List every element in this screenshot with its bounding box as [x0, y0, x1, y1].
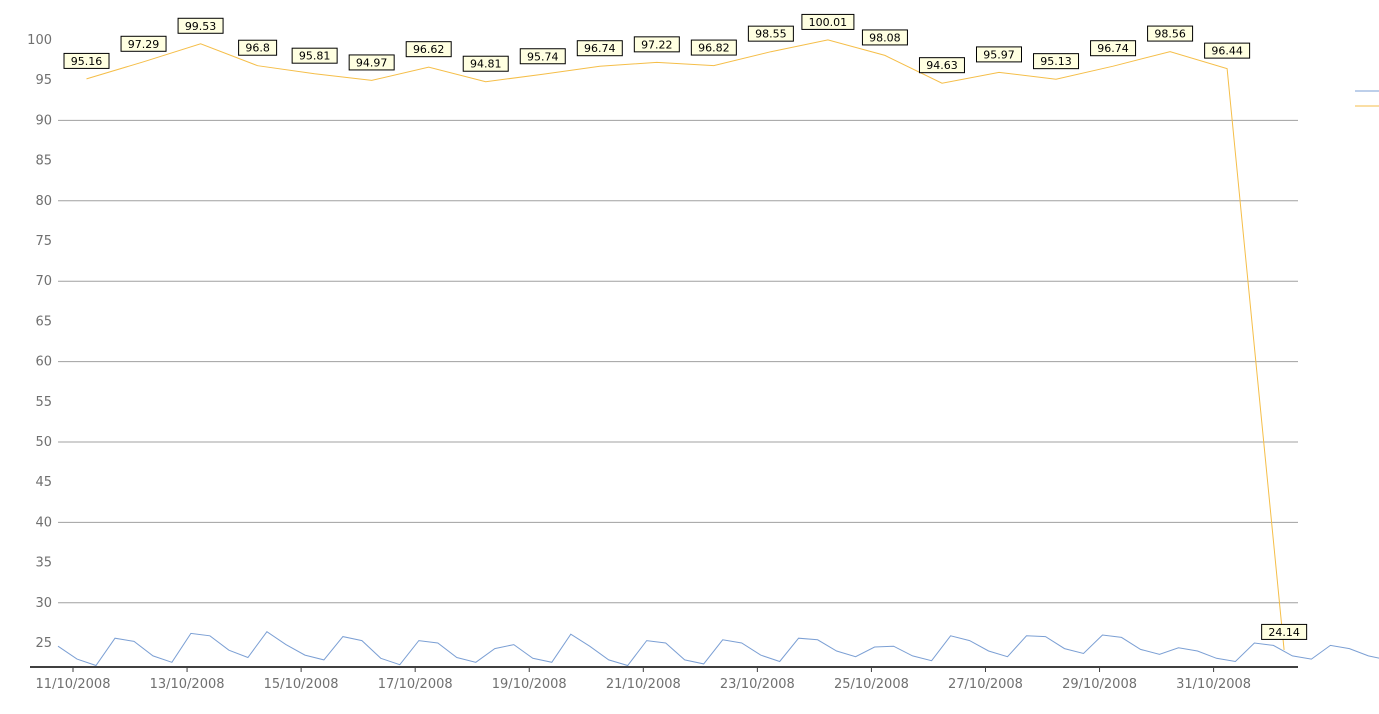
y-tick-label-60: 60 — [35, 355, 52, 370]
y-tick-label-35: 35 — [35, 556, 52, 571]
series-lines — [57, 39, 1379, 667]
y-tick-label-90: 90 — [35, 113, 52, 128]
data-label: 97.22 — [641, 38, 673, 51]
data-label: 96.74 — [1097, 42, 1129, 55]
data-label: 100.01 — [809, 16, 848, 29]
legend — [1355, 90, 1379, 107]
y-tick-label-55: 55 — [35, 395, 52, 410]
data-label: 94.63 — [926, 59, 958, 72]
series-line-1 — [57, 631, 1379, 667]
x-axis-ticks: 11/10/2008 13/10/2008 15/10/2008 17/10/2008… — [36, 667, 1251, 692]
x-tick-label: 29/10/2008 — [1062, 677, 1137, 692]
data-label: 97.29 — [128, 38, 160, 51]
gridlines — [58, 119, 1298, 604]
y-tick-label-75: 75 — [35, 234, 52, 249]
y-tick-label-95: 95 — [35, 73, 52, 88]
y-tick-label-25: 25 — [35, 636, 52, 651]
y-tick-label-85: 85 — [35, 154, 52, 169]
y-tick-label-45: 45 — [35, 475, 52, 490]
data-label: 95.97 — [983, 48, 1015, 61]
data-label: 99.53 — [185, 20, 217, 33]
data-label: 96.8 — [245, 42, 270, 55]
x-tick-label: 31/10/2008 — [1176, 677, 1251, 692]
y-tick-label-100: 100 — [27, 33, 52, 48]
y-tick-label-40: 40 — [35, 515, 52, 530]
x-tick-label: 13/10/2008 — [150, 677, 225, 692]
data-label: 24.14 — [1268, 626, 1300, 639]
data-label: 95.81 — [299, 50, 331, 63]
x-tick-label: 11/10/2008 — [36, 677, 111, 692]
y-axis-ticks: 25 30 35 40 45 50 55 60 65 70 75 80 85 90 95 100 — [27, 33, 52, 651]
data-label: 98.08 — [869, 31, 901, 44]
y-tick-label-65: 65 — [35, 314, 52, 329]
data-label: 96.62 — [413, 43, 445, 56]
x-tick-label: 19/10/2008 — [492, 677, 567, 692]
y-tick-label-50: 50 — [35, 435, 52, 450]
x-tick-label: 21/10/2008 — [606, 677, 681, 692]
x-tick-label: 27/10/2008 — [948, 677, 1023, 692]
y-tick-label-30: 30 — [35, 596, 52, 611]
data-label: 96.82 — [698, 42, 730, 55]
series-line-2 — [86, 39, 1285, 650]
x-tick-label: 25/10/2008 — [834, 677, 909, 692]
data-label: 95.74 — [527, 50, 559, 63]
data-label: 96.44 — [1211, 45, 1243, 58]
y-tick-label-80: 80 — [35, 194, 52, 209]
data-label: 95.13 — [1040, 55, 1072, 68]
x-tick-label: 15/10/2008 — [264, 677, 339, 692]
data-label: 95.16 — [71, 55, 103, 68]
data-label: 94.97 — [356, 56, 388, 69]
data-label: 98.56 — [1154, 28, 1186, 41]
data-label: 94.81 — [470, 58, 502, 71]
x-tick-label: 23/10/2008 — [720, 677, 795, 692]
line-chart: 25 30 35 40 45 50 55 60 65 70 75 80 85 90 95 100 11/10/… — [27, 13, 1379, 692]
data-label: 96.74 — [584, 42, 616, 55]
y-tick-label-70: 70 — [35, 274, 52, 289]
data-label: 98.55 — [755, 28, 787, 41]
x-tick-label: 17/10/2008 — [378, 677, 453, 692]
data-labels: 95.16 97.29 99.53 96.8 95.81 94.97 96.62 94.81 9… — [63, 13, 1308, 640]
